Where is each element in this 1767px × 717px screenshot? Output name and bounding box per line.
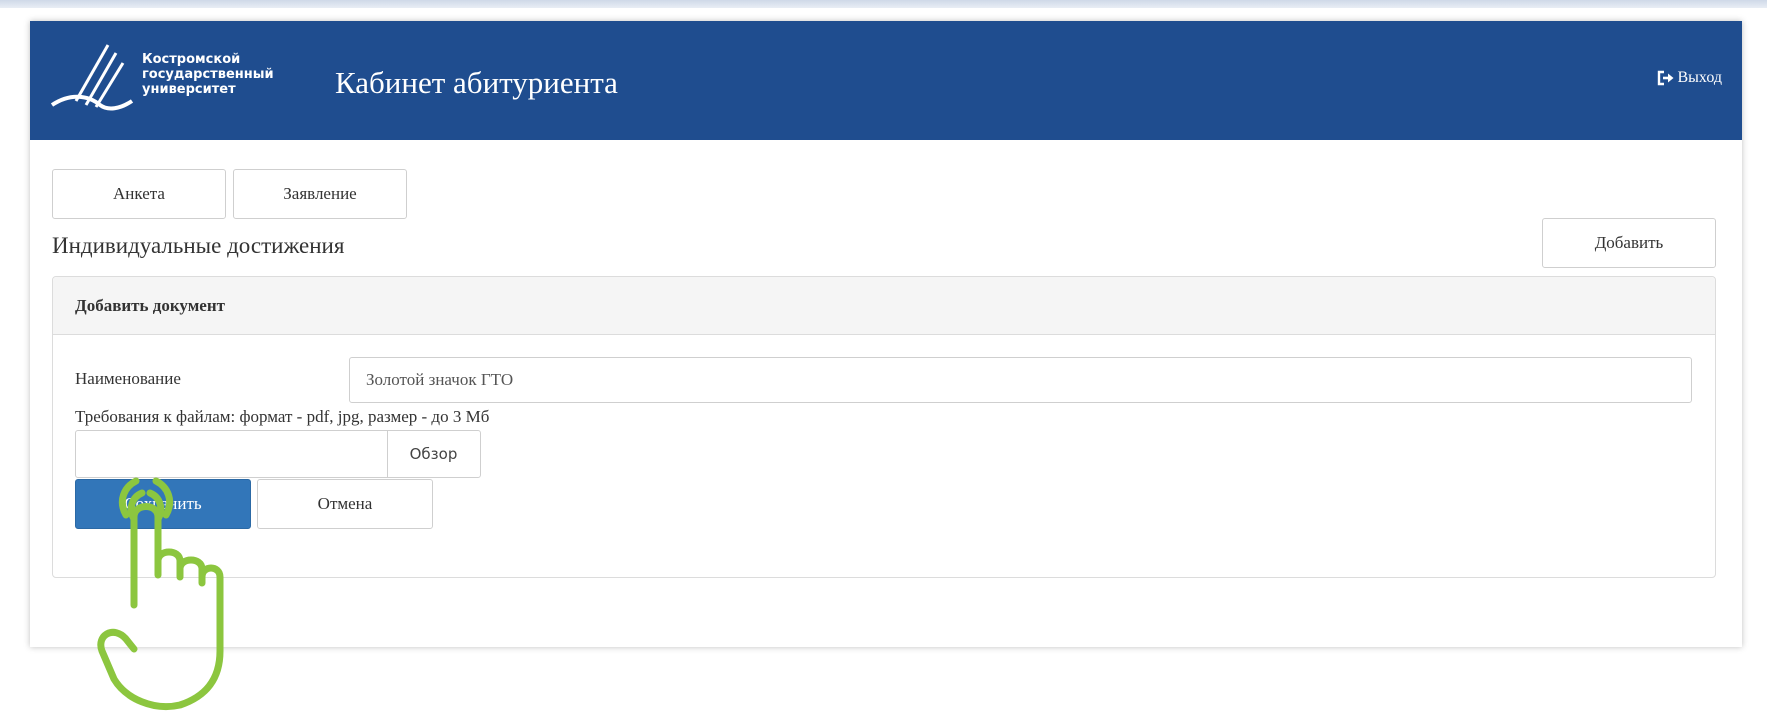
tab-anketa-label: Анкета: [113, 184, 165, 203]
name-label: Наименование: [75, 369, 181, 388]
logo-line-3: университет: [142, 82, 236, 97]
cancel-button[interactable]: Отмена: [257, 479, 433, 529]
logout-icon: [1657, 70, 1673, 86]
file-requirements-text: Требования к файлам: формат - pdf, jpg, …: [75, 407, 490, 426]
panel-header: Добавить документ: [53, 277, 1715, 335]
name-input[interactable]: [349, 357, 1692, 403]
university-logo-text: Костромской государственный университет: [142, 52, 274, 97]
top-strip: [0, 0, 1767, 8]
logout-link[interactable]: Выход: [1657, 69, 1723, 87]
save-button[interactable]: Сохранить: [75, 479, 251, 529]
panel-title: Добавить документ: [75, 296, 225, 315]
add-document-panel: Добавить документ Наименование Требовани…: [52, 276, 1716, 578]
add-button[interactable]: Добавить: [1542, 218, 1716, 268]
file-name-display[interactable]: [76, 431, 388, 477]
page-title: Кабинет абитуриента: [335, 65, 618, 100]
logout-label: Выход: [1677, 69, 1723, 86]
tab-zayavlenie[interactable]: Заявление: [233, 169, 407, 219]
header-bar: Костромской государственный университет …: [30, 21, 1742, 140]
university-logo-icon: [50, 44, 134, 111]
section-title: Индивидуальные достижения: [52, 233, 345, 258]
file-upload-field[interactable]: Обзор: [75, 430, 481, 478]
browse-button[interactable]: Обзор: [387, 431, 480, 477]
page-container: Костромской государственный университет …: [30, 21, 1742, 647]
logo-line-1: Костромской: [142, 52, 241, 67]
tab-zayavlenie-label: Заявление: [283, 184, 357, 203]
logo-line-2: государственный: [142, 67, 274, 82]
tab-anketa[interactable]: Анкета: [52, 169, 226, 219]
